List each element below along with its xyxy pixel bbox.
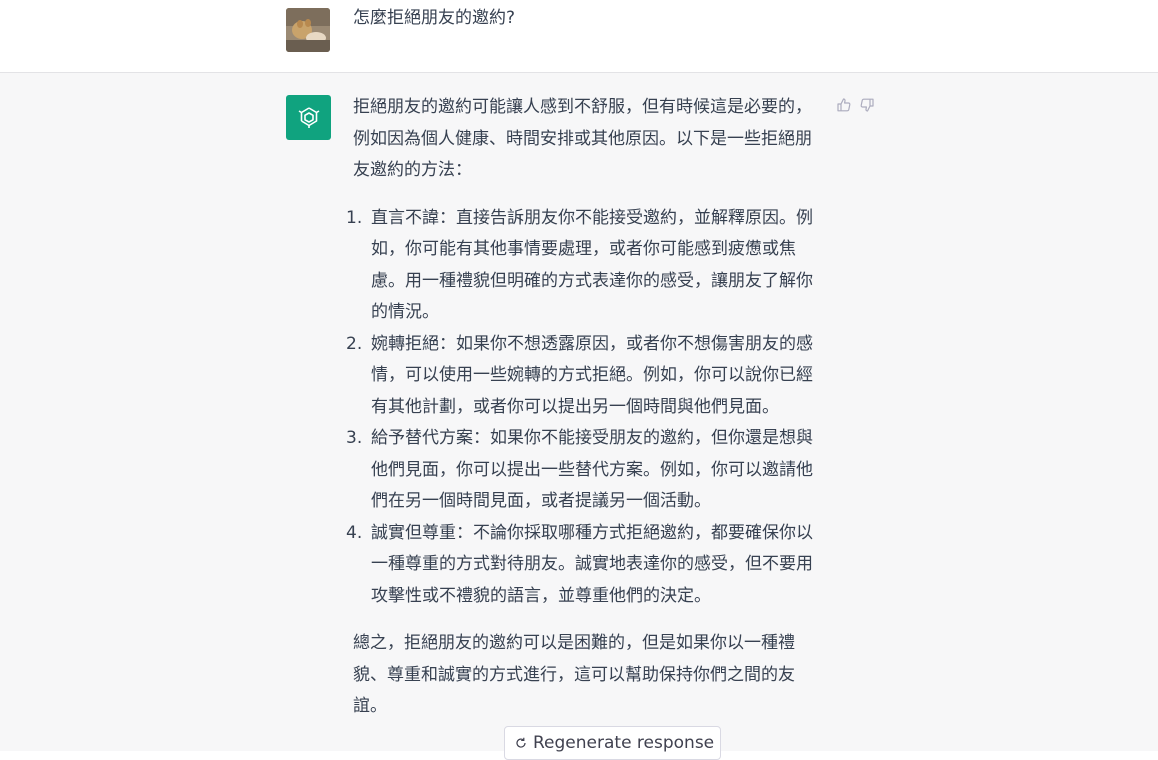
refresh-icon bbox=[516, 737, 526, 748]
user-message-text: 怎麼拒絕朋友的邀約? bbox=[353, 8, 516, 28]
list-item-number: 4. bbox=[346, 522, 363, 543]
answer-conclusion: 總之，拒絕朋友的邀約可以是困難的，但是如果你以一種禮貌、尊重和誠實的方式進行，這… bbox=[353, 633, 795, 716]
openai-logo-icon bbox=[298, 106, 319, 128]
user-avatar bbox=[286, 8, 330, 52]
user-message-row: 怎麼拒絕朋友的邀約? bbox=[0, 0, 1158, 73]
assistant-message-text: 拒絕朋友的邀約可能讓人感到不舒服，但有時候這是必要的，例如因為個人健康、時間安排… bbox=[346, 92, 825, 723]
thumbs-down-icon[interactable] bbox=[859, 97, 875, 113]
list-item-text: 直言不諱：直接告訴朋友你不能接受邀約，並解釋原因。例如，你可能有其他事情要處理，… bbox=[371, 207, 813, 323]
list-item-text: 給予替代方案：如果你不能接受朋友的邀約，但你還是想與他們見面，你可以提出一些替代… bbox=[371, 428, 813, 511]
list-item-number: 1. bbox=[346, 207, 363, 228]
list-item-number: 3. bbox=[346, 428, 363, 448]
list-item-text: 婉轉拒絕：如果你不想透露原因，或者你不想傷害朋友的感情，可以使用一些婉轉的方式拒… bbox=[371, 333, 813, 417]
list-item-number: 2. bbox=[346, 333, 363, 354]
list-item: 2. 婉轉拒絕：如果你不想透露原因，或者你不想傷害朋友的感情，可以使用一些婉轉的方… bbox=[346, 329, 825, 424]
list-item: 3. 給予替代方案：如果你不能接受朋友的邀約，但你還是想與他們見面，你可以提出一些… bbox=[346, 423, 825, 518]
user-avatar-photo bbox=[286, 8, 330, 52]
assistant-message-row: 拒絕朋友的邀約可能讓人感到不舒服，但有時候這是必要的，例如因為個人健康、時間安排… bbox=[0, 73, 1158, 751]
regenerate-label: Regenerate response bbox=[533, 733, 715, 753]
regenerate-response-button[interactable]: Regenerate response bbox=[504, 726, 721, 760]
answer-intro: 拒絕朋友的邀約可能讓人感到不舒服，但有時候這是必要的，例如因為個人健康、時間安排… bbox=[353, 97, 812, 180]
answer-list: 1. 直言不諱：直接告訴朋友你不能接受邀約，並解釋原因。例如，你可能有其他事情要處… bbox=[346, 203, 825, 613]
list-item: 1. 直言不諱：直接告訴朋友你不能接受邀約，並解釋原因。例如，你可能有其他事情要處… bbox=[346, 203, 825, 329]
list-item: 4. 誠實但尊重：不論你採取哪種方式拒絕邀約，都要確保你以一種尊重的方式對待朋友。… bbox=[346, 518, 825, 613]
assistant-avatar bbox=[286, 95, 331, 140]
thumbs-up-icon[interactable] bbox=[836, 97, 852, 113]
list-item-text: 誠實但尊重：不論你採取哪種方式拒絕邀約，都要確保你以一種尊重的方式對待朋友。誠實… bbox=[371, 522, 813, 606]
